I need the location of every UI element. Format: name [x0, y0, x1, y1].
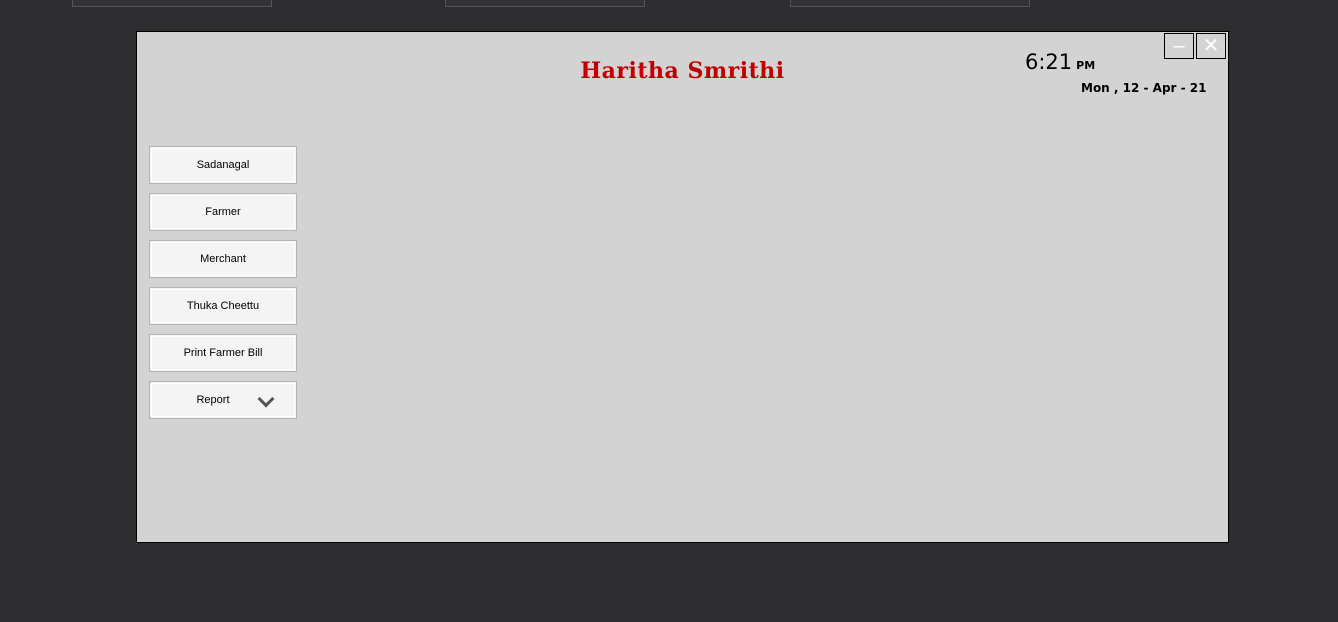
minimize-icon: – [1173, 35, 1185, 57]
sadanagal-button[interactable]: Sadanagal [149, 146, 297, 184]
thuka-cheettu-button[interactable]: Thuka Cheettu [149, 287, 297, 325]
designer-toolbar-field-2 [445, 0, 645, 7]
minimize-button[interactable]: – [1164, 33, 1194, 59]
main-form: Haritha Smrithi 6:21 PM Mon , 12 - Apr - … [136, 31, 1229, 543]
time-value: 6:21 [1025, 50, 1073, 74]
designer-toolbar-field-3 [790, 0, 1030, 7]
farmer-button[interactable]: Farmer [149, 193, 297, 231]
chevron-down-icon [257, 390, 275, 408]
clock-date: Mon , 12 - Apr - 21 [1081, 81, 1207, 95]
print-farmer-bill-button[interactable]: Print Farmer Bill [149, 334, 297, 372]
close-button[interactable]: ✕ [1196, 33, 1226, 59]
report-button[interactable]: Report [149, 381, 297, 419]
clock-time: 6:21 PM [1025, 50, 1095, 74]
report-label: Report [196, 394, 230, 406]
time-ampm: PM [1076, 59, 1096, 72]
designer-toolbar-field-1 [72, 0, 272, 7]
merchant-button[interactable]: Merchant [149, 240, 297, 278]
close-icon: ✕ [1202, 35, 1220, 57]
